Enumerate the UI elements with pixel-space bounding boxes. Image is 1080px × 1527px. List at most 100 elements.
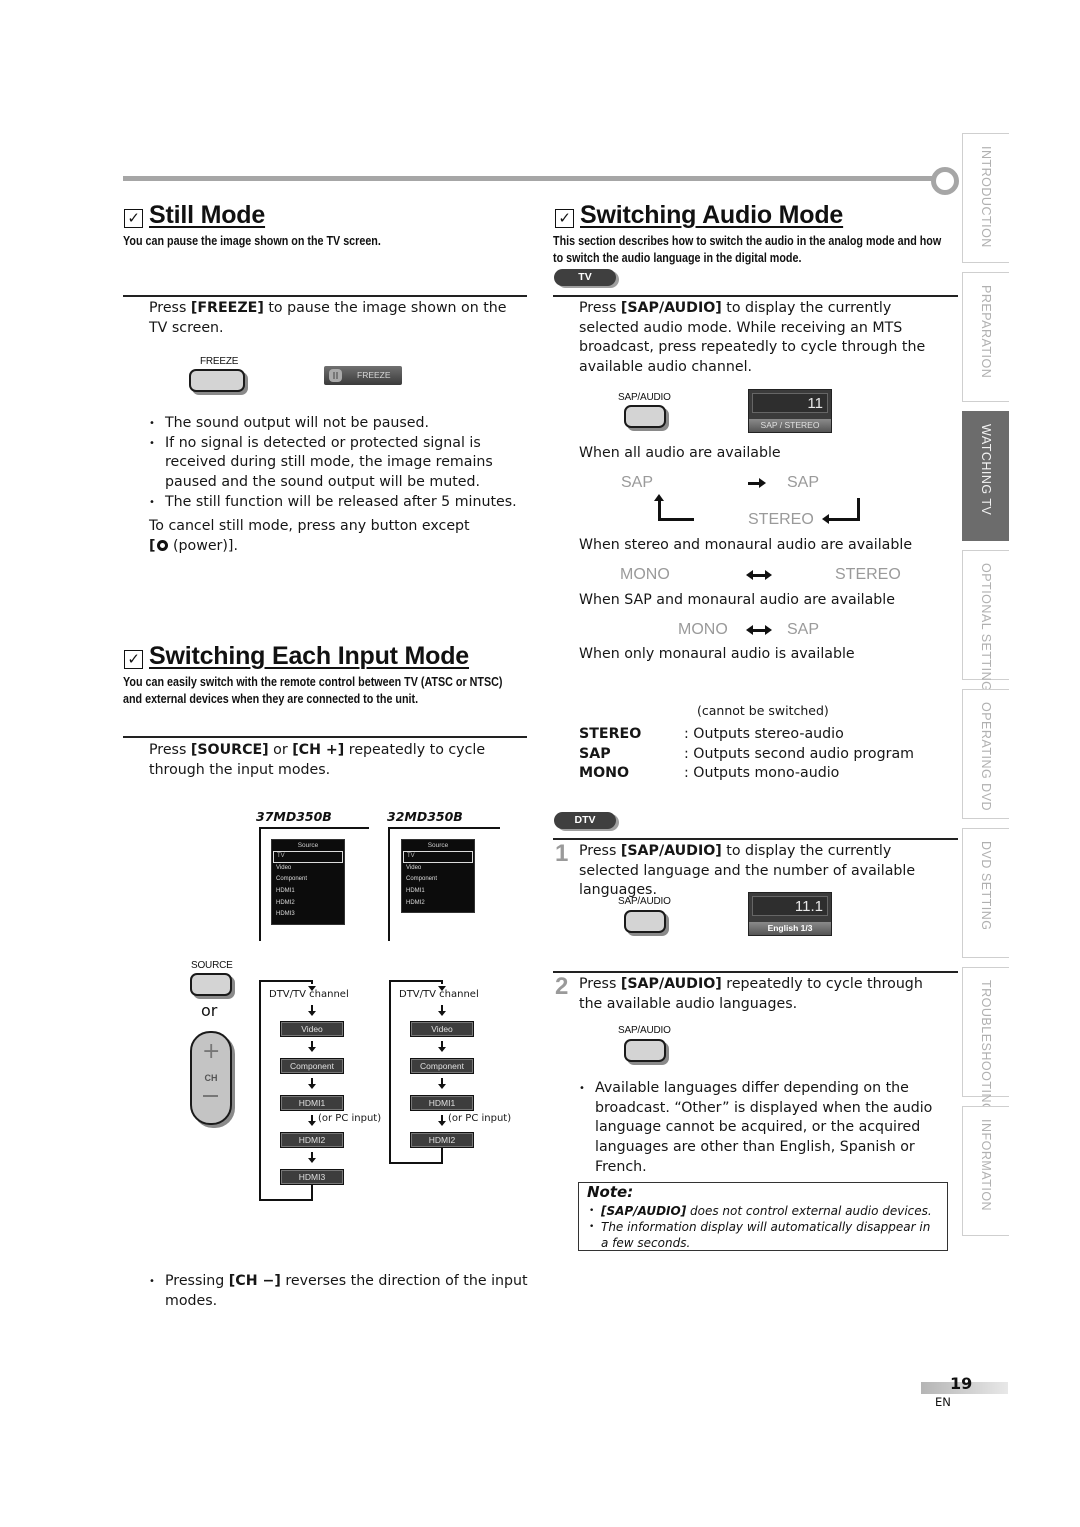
power-icon [157, 539, 169, 551]
note-item: The information display will automatical… [589, 1220, 939, 1252]
source-menu: Source TV Video Component HDMI1 HDMI2 [401, 839, 475, 914]
header-rule [123, 176, 933, 181]
flow-step: Video [280, 1021, 344, 1037]
side-tab-preparation[interactable]: PREPARATION [962, 272, 1009, 402]
source-menu-item: HDMI1 [276, 888, 295, 895]
source-menu-item: HDMI2 [406, 899, 425, 906]
source-menu-item: Component [276, 876, 308, 883]
list-item: The sound output will not be paused. [149, 414, 529, 434]
cancel-still-text: To cancel still mode, press any button e… [149, 518, 470, 554]
flow-step: HDMI1 [410, 1095, 474, 1111]
still-mode-instruction: Press [FREEZE] to pause the image shown … [149, 300, 507, 336]
list-item: The still function will be released afte… [149, 493, 529, 513]
right-arrow-icon [748, 478, 766, 488]
flow-start-label: DTV/TV channel [399, 989, 479, 1000]
cannot-switch-note: (cannot be switched) [697, 703, 829, 718]
input-mode-subtitle-2: and external devices when they are conne… [123, 692, 419, 706]
down-arrow-icon [438, 1078, 446, 1089]
audio-mode-option: MONO [678, 621, 728, 638]
audio-mode-option: SAP [787, 621, 820, 638]
step-2-text: Press [SAP/AUDIO] repeatedly to cycle th… [579, 976, 923, 1012]
audio-mode-option: STEREO [835, 566, 901, 583]
side-tab-watching-tv[interactable]: WATCHING TV [962, 411, 1009, 541]
source-menu-item: HDMI3 [276, 911, 295, 918]
down-arrow-icon [308, 1005, 316, 1016]
case-label: When SAP and monaural audio are availabl… [579, 592, 895, 608]
flow-step: Component [280, 1058, 344, 1074]
section-rule [123, 736, 527, 738]
source-menu-item: TV [403, 851, 473, 863]
source-menu: Source TV Video Component HDMI1 HDMI2 HD… [271, 839, 345, 926]
freeze-osd: FREEZE [324, 366, 402, 385]
cycle-line [828, 518, 860, 521]
cycle-line [658, 518, 694, 521]
checkbox-icon: ✓ [124, 650, 143, 669]
source-menu-item: Video [276, 864, 292, 871]
source-remote-button [190, 973, 232, 996]
definition-row: STEREO: Outputs stereo-audio [579, 726, 844, 742]
audio-osd: 11 SAP / STEREO [748, 389, 832, 433]
section-rule [553, 971, 958, 973]
case-label: When stereo and monaural audio are avail… [579, 537, 913, 553]
down-arrow-icon [438, 1115, 446, 1126]
flow-start-label: DTV/TV channel [269, 989, 349, 1000]
checkbox-icon: ✓ [124, 209, 143, 228]
sap-audio-button-label: SAP/AUDIO [618, 896, 671, 907]
minus-icon [203, 1095, 218, 1097]
bidirectional-arrow-icon [746, 570, 772, 580]
page-language: EN [935, 1395, 951, 1409]
audio-mode-subtitle-2: to switch the audio language in the digi… [553, 251, 802, 265]
audio-mode-heading: ✓ Switching Audio Mode [555, 201, 843, 230]
left-arrow-icon [822, 514, 829, 524]
section-rule [123, 295, 527, 297]
model-name: 37MD350B [256, 809, 332, 824]
audio-tv-instruction: Press [SAP/AUDIO] to display the current… [579, 300, 926, 376]
sap-audio-remote-button [624, 1039, 666, 1062]
page-number: 19 [950, 1374, 973, 1393]
sap-audio-button-label: SAP/AUDIO [618, 392, 671, 403]
source-menu-item: TV [273, 851, 343, 863]
tv-mode-badge: TV [554, 269, 616, 286]
audio-mode-option: SAP [787, 474, 820, 491]
freeze-remote-button [189, 369, 245, 392]
input-mode-heading: ✓ Switching Each Input Mode [124, 642, 469, 671]
flow-step: HDMI3 [280, 1169, 344, 1185]
still-mode-notes: The sound output will not be paused. If … [149, 414, 529, 513]
definition-row: SAP: Outputs second audio program [579, 745, 914, 762]
source-menu-item: Video [406, 864, 422, 871]
side-tab-dvd-setting[interactable]: DVD SETTING [962, 828, 1009, 958]
down-arrow-icon [308, 980, 316, 991]
note-box: Note: [SAP/AUDIO] does not control exter… [578, 1182, 948, 1251]
side-tab-operating-dvd[interactable]: OPERATING DVD [962, 689, 1009, 819]
input-mode-subtitle-1: You can easily switch with the remote co… [123, 675, 503, 689]
input-mode-instruction: Press [SOURCE] or [CH +] repeatedly to c… [149, 742, 486, 778]
or-text: or [201, 1001, 218, 1020]
down-arrow-icon [308, 1115, 316, 1126]
side-tab-introduction[interactable]: INTRODUCTION [962, 133, 1009, 263]
step-number: 1 [555, 840, 569, 867]
checkbox-icon: ✓ [555, 209, 574, 228]
down-arrow-icon [308, 1152, 316, 1163]
side-tab-optional-setting[interactable]: OPTIONAL SETTING [962, 550, 1009, 691]
audio-mode-option: SAP [621, 474, 654, 491]
still-mode-heading: ✓ Still Mode [124, 201, 265, 230]
source-menu-item: HDMI2 [276, 899, 295, 906]
section-rule [553, 838, 958, 840]
source-button-label: SOURCE [191, 960, 233, 971]
still-mode-subtitle: You can pause the image shown on the TV … [123, 234, 381, 248]
side-tab-information[interactable]: INFORMATION [962, 1106, 1009, 1236]
case-label: When only monaural audio is available [579, 646, 855, 662]
down-arrow-icon [308, 1041, 316, 1052]
side-tab-troubleshooting[interactable]: TROUBLESHOOTING [962, 967, 1009, 1113]
flow-step: Video [410, 1021, 474, 1037]
list-item: If no signal is detected or protected si… [149, 434, 529, 493]
flow-loop-line [311, 1183, 313, 1199]
flow-step: HDMI1 [280, 1095, 344, 1111]
bidirectional-arrow-icon [746, 625, 772, 635]
flow-step: Component [410, 1058, 474, 1074]
down-arrow-icon [438, 980, 446, 991]
case-label: When all audio are available [579, 445, 781, 461]
up-arrow-icon [654, 494, 664, 501]
list-item: Pressing [CH −] reverses the direction o… [149, 1272, 529, 1311]
plus-icon: + [202, 1039, 221, 1064]
